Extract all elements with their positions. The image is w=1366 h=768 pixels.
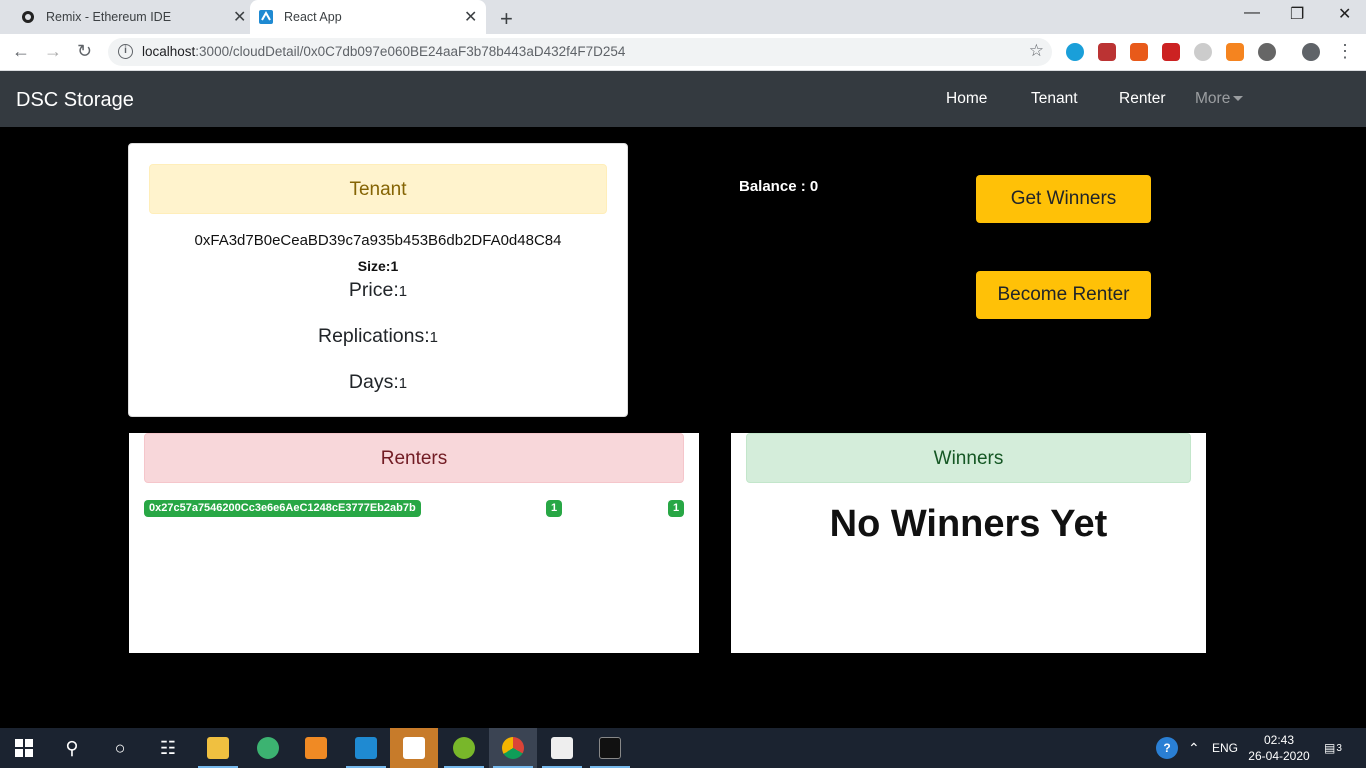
price-value: 1 <box>398 283 408 300</box>
app-navbar: DSC Storage Home Tenant Renter More <box>0 71 1366 127</box>
new-tab-icon[interactable]: + <box>500 6 513 32</box>
chrome-icon[interactable] <box>489 728 537 768</box>
windows-taskbar: ⚲ ○ ☷ ? ⌃ ENG 02:43 26-04-2020 ▤ 3 <box>0 728 1366 768</box>
photos-icon[interactable] <box>538 728 586 768</box>
start-windows-icon[interactable] <box>0 728 48 768</box>
language-indicator[interactable]: ENG <box>1212 728 1238 768</box>
caret-down-icon <box>1233 96 1244 102</box>
minimize-icon[interactable]: — <box>1244 4 1260 22</box>
task-view-icon[interactable]: ☷ <box>144 728 192 768</box>
days-value: 1 <box>398 375 408 392</box>
price-label: Price: <box>348 279 399 301</box>
tenant-days: Days:1 <box>129 371 627 394</box>
skype-extension-icon[interactable] <box>1066 43 1084 61</box>
forward-icon[interactable]: → <box>44 41 62 62</box>
balance-text: Balance : 0 <box>739 178 819 195</box>
nav-renter[interactable]: Renter <box>1119 90 1166 108</box>
nav-more-label: More <box>1195 90 1231 107</box>
remix-icon <box>20 9 36 25</box>
renter-value-badge: 1 <box>668 500 685 517</box>
winners-header: Winners <box>746 433 1191 483</box>
browser-tab-bar: Remix - Ethereum IDE ✕ React App ✕ + — ❐… <box>0 0 1366 34</box>
no-winners-text: No Winners Yet <box>829 503 1108 545</box>
close-tab-icon[interactable]: ✕ <box>233 7 246 27</box>
back-icon[interactable]: ← <box>12 41 30 62</box>
vscode-icon[interactable] <box>342 728 390 768</box>
tab-react-app[interactable]: React App ✕ <box>250 0 486 34</box>
tenant-replications: Replications:1 <box>129 325 627 348</box>
bookmark-star-icon[interactable]: ☆ <box>1029 41 1044 61</box>
extension-icon[interactable] <box>1258 43 1276 61</box>
menu-icon[interactable]: ⋮ <box>1336 41 1354 62</box>
tenant-header: Tenant <box>149 164 607 214</box>
address-bar[interactable]: i localhost:3000/cloudDetail/0x0C7db097e… <box>108 38 1052 66</box>
tenant-card: Tenant 0xFA3d7B0eCeaBD39c7a935b453B6db2D… <box>128 143 628 417</box>
reload-icon[interactable]: ↻ <box>77 41 92 62</box>
size-value: 1 <box>390 258 399 274</box>
photos-app-icon[interactable] <box>390 728 438 768</box>
tenant-size: Size:1 <box>129 258 627 274</box>
file-explorer-icon[interactable] <box>194 728 242 768</box>
tab-remix[interactable]: Remix - Ethereum IDE ✕ <box>8 0 248 34</box>
notification-center-icon[interactable]: ▤ 3 <box>1324 728 1342 768</box>
react-app-icon <box>258 9 274 25</box>
cortana-icon[interactable]: ○ <box>96 728 144 768</box>
days-label: Days: <box>348 371 399 393</box>
renters-header: Renters <box>144 433 684 483</box>
clock-time: 02:43 <box>1263 733 1295 747</box>
nav-more-dropdown[interactable]: More <box>1195 90 1244 108</box>
nav-home[interactable]: Home <box>946 90 987 108</box>
clock-date: 26-04-2020 <box>1248 749 1310 763</box>
chevron-up-icon[interactable]: ⌃ <box>1188 728 1200 768</box>
url-host: localhost <box>142 44 196 59</box>
become-renter-button[interactable]: Become Renter <box>976 271 1151 319</box>
url-text: localhost:3000/cloudDetail/0x0C7db097e06… <box>142 44 625 59</box>
replications-label: Replications: <box>318 325 430 347</box>
help-tray-icon[interactable]: ? <box>1156 728 1178 768</box>
profile-icon[interactable] <box>1302 43 1320 61</box>
replications-value: 1 <box>429 329 438 346</box>
extension-icon[interactable] <box>1194 43 1212 61</box>
restore-icon[interactable]: ❐ <box>1290 4 1304 24</box>
extension-icon[interactable] <box>1162 43 1180 61</box>
notification-count: 3 <box>1336 742 1342 754</box>
get-winners-button[interactable]: Get Winners <box>976 175 1151 223</box>
winners-card: Winners No Winners Yet <box>731 433 1206 653</box>
tenant-address: 0xFA3d7B0eCeaBD39c7a935b453B6db2DFA0d48C… <box>194 232 562 249</box>
close-window-icon[interactable]: ✕ <box>1338 4 1351 24</box>
clock[interactable]: 02:43 26-04-2020 <box>1244 732 1314 764</box>
close-tab-icon[interactable]: ✕ <box>464 7 477 27</box>
search-icon[interactable]: ⚲ <box>48 728 96 768</box>
tab-title: React App <box>284 10 342 24</box>
tab-title: Remix - Ethereum IDE <box>46 10 172 24</box>
url-path: :3000/cloudDetail/0x0C7db097e060BE24aaF3… <box>195 44 626 59</box>
renter-value-badge: 1 <box>546 500 563 517</box>
nav-tenant[interactable]: Tenant <box>1031 90 1078 108</box>
brand[interactable]: DSC Storage <box>16 89 134 112</box>
atom-icon[interactable] <box>244 728 292 768</box>
tenant-price: Price:1 <box>129 279 627 302</box>
metamask-icon[interactable] <box>1226 43 1244 61</box>
terminal-icon[interactable] <box>586 728 634 768</box>
pdf-extension-icon[interactable] <box>1098 43 1116 61</box>
size-label: Size: <box>357 258 391 274</box>
extension-icon[interactable] <box>1130 43 1148 61</box>
site-info-icon[interactable]: i <box>118 44 133 59</box>
utorrent-icon[interactable] <box>440 728 488 768</box>
renter-address-badge: 0x27c57a7546200Cc3e6e6AeC1248cE3777Eb2ab… <box>144 500 421 517</box>
vlc-icon[interactable] <box>292 728 340 768</box>
renters-card: Renters 0x27c57a7546200Cc3e6e6AeC1248cE3… <box>129 433 699 653</box>
